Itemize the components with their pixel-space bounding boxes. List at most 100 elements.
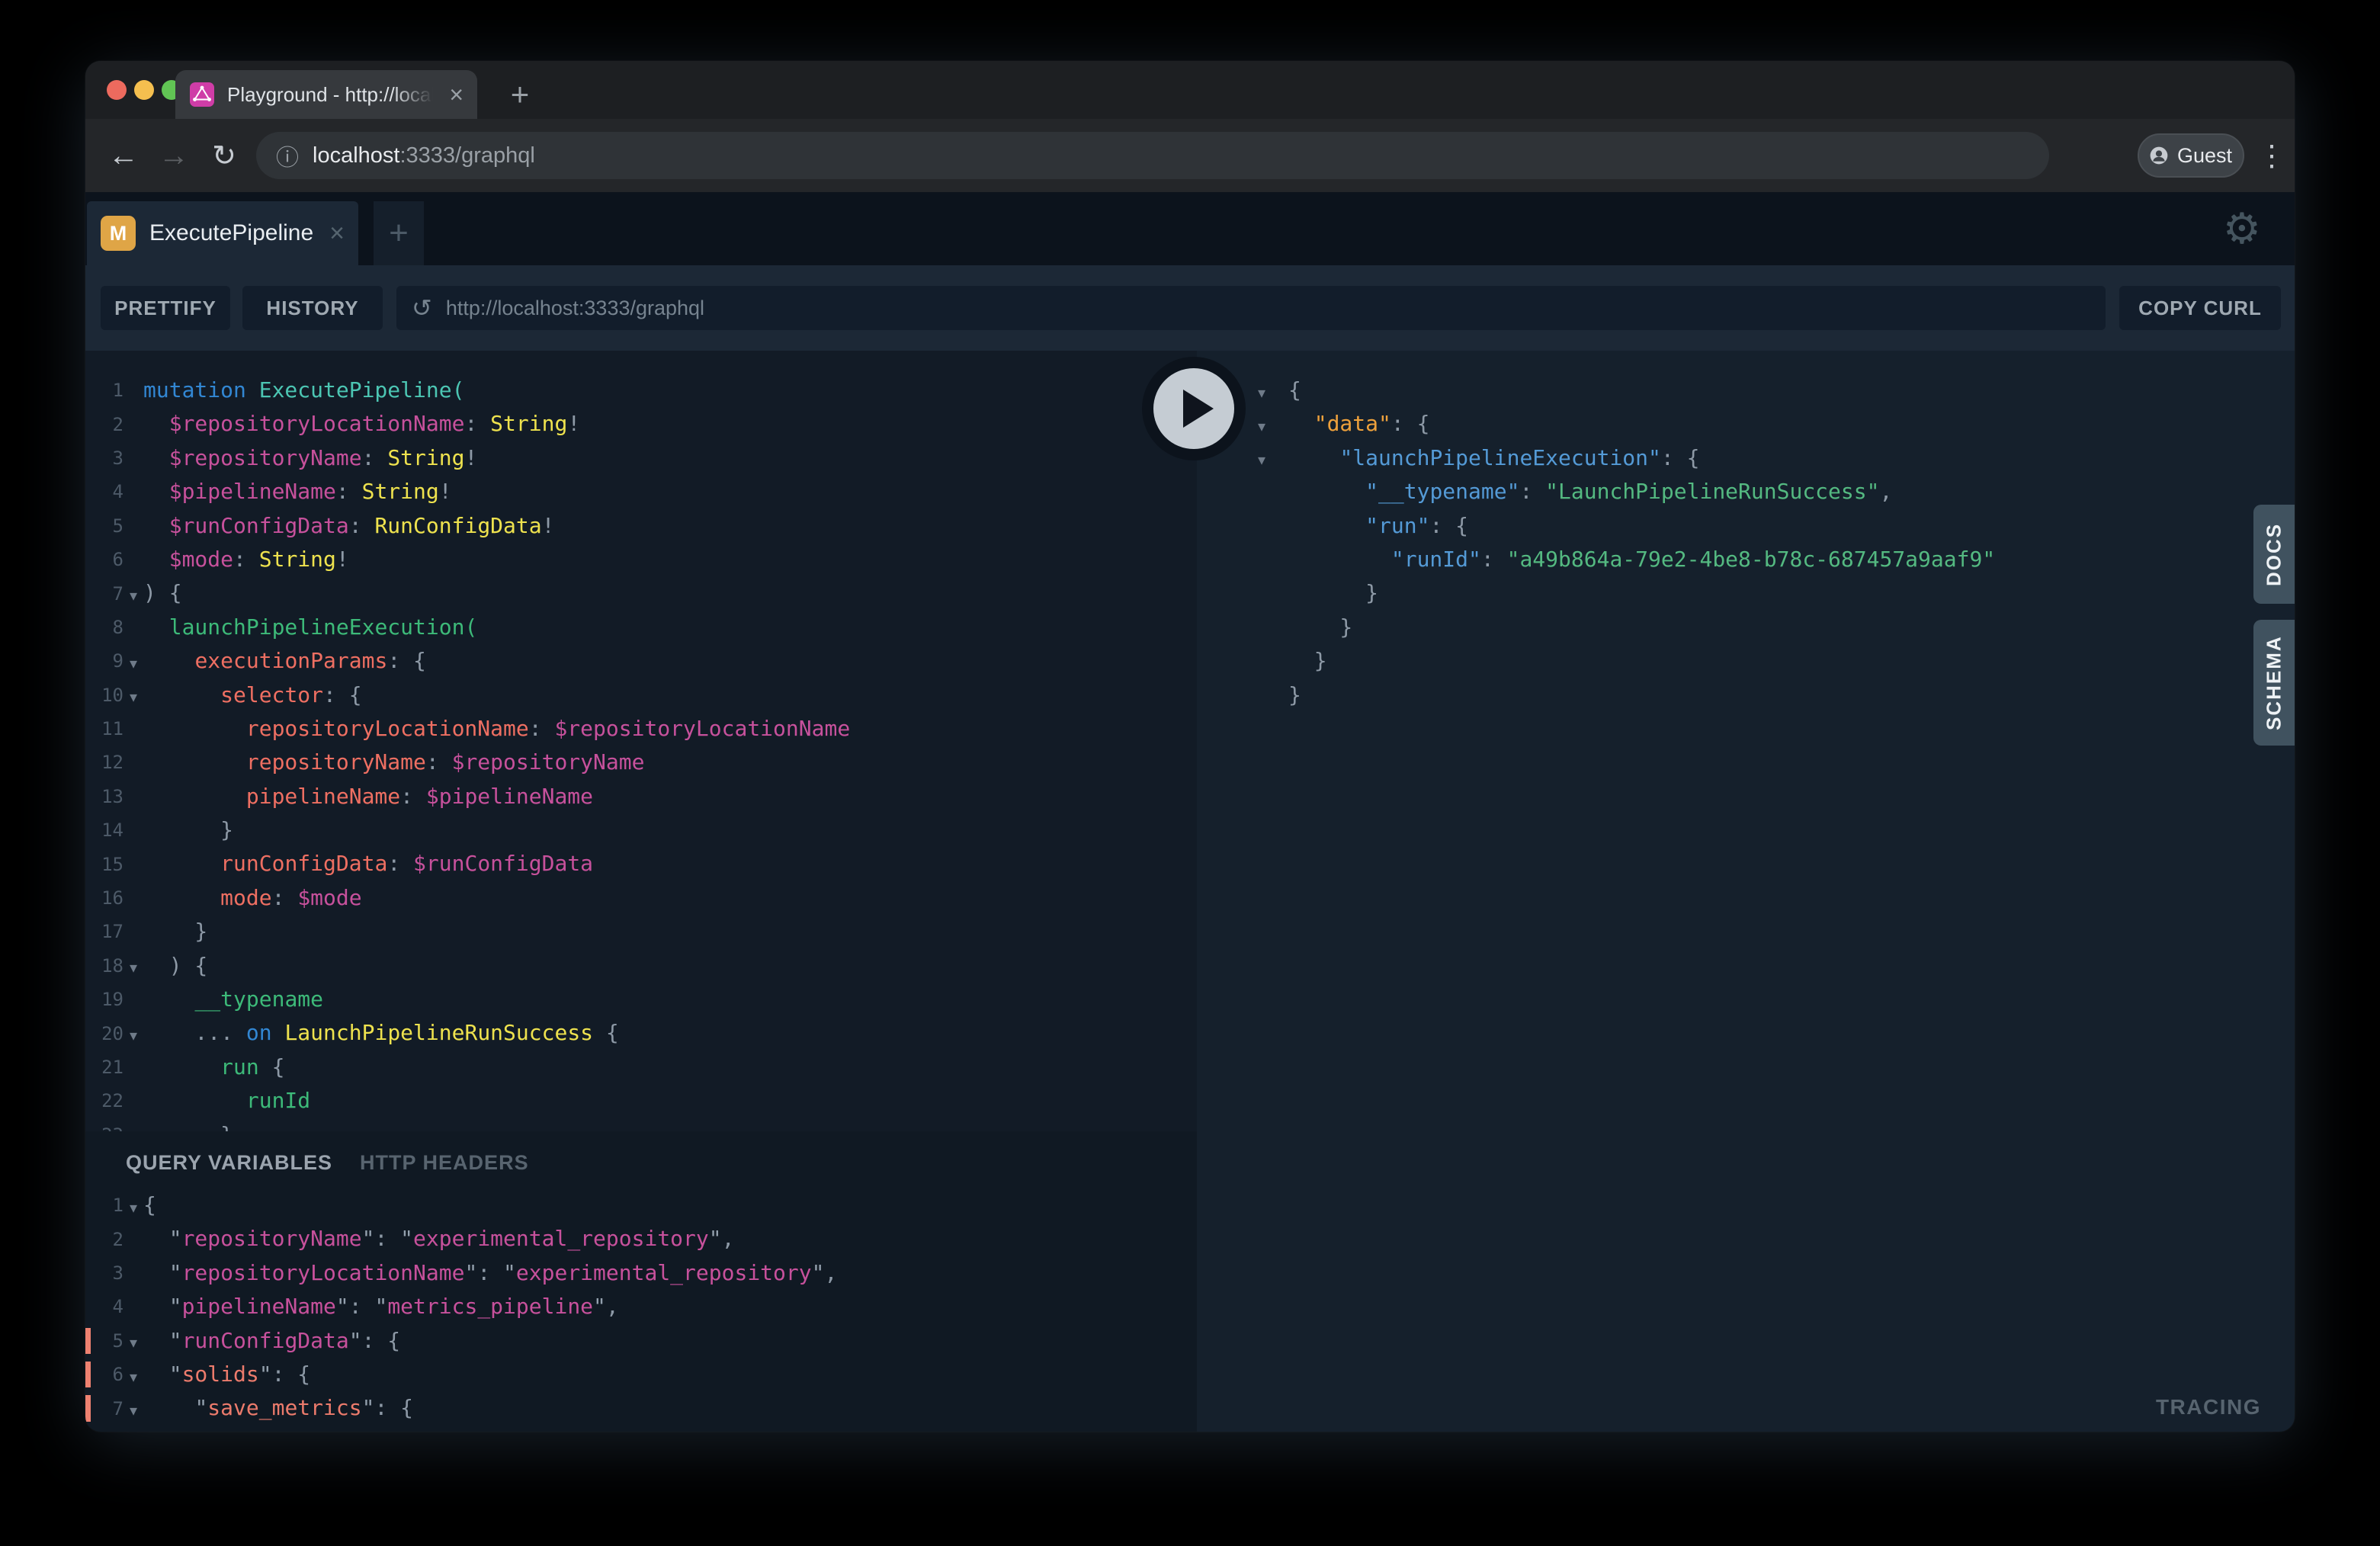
fold-spacer bbox=[123, 524, 143, 528]
site-info-icon[interactable]: ⓘ bbox=[276, 139, 299, 172]
code-line[interactable]: 7▾ "save_metrics": { bbox=[85, 1391, 1197, 1425]
playground-tab-executepipeline[interactable]: M ExecutePipeline × bbox=[87, 201, 358, 265]
execute-play-button[interactable] bbox=[1142, 357, 1246, 460]
code-line[interactable]: 1▾{ bbox=[85, 1188, 1197, 1222]
line-number: 12 bbox=[85, 752, 123, 773]
code-line[interactable]: 8 launchPipelineExecution( bbox=[85, 611, 1197, 644]
prettify-button[interactable]: PRETTIFY bbox=[101, 286, 230, 330]
copy-curl-button[interactable]: COPY CURL bbox=[2119, 286, 2281, 330]
code-line[interactable]: 2 $repositoryLocationName: String! bbox=[85, 407, 1197, 441]
line-number: 5 bbox=[85, 1330, 123, 1352]
settings-gear-icon[interactable]: ⚙ bbox=[2223, 192, 2261, 265]
code-line[interactable]: ▾ "launchPipelineExecution": { bbox=[1197, 441, 2295, 475]
browser-menu-icon[interactable]: ⋮ bbox=[2257, 119, 2287, 192]
docs-side-tab[interactable]: DOCS bbox=[2253, 505, 2295, 604]
code-line[interactable]: 3 $repositoryName: String! bbox=[85, 441, 1197, 475]
code-line[interactable]: } bbox=[1197, 644, 2295, 678]
query-variables-pane[interactable]: QUERY VARIABLES HTTP HEADERS 1▾{2 "repos… bbox=[85, 1131, 1197, 1432]
code-text: __typename bbox=[143, 983, 323, 1016]
code-line[interactable]: 23 } bbox=[85, 1118, 1197, 1131]
fold-arrow-icon[interactable]: ▾ bbox=[1250, 446, 1273, 470]
fold-arrow-icon[interactable]: ▾ bbox=[123, 582, 143, 605]
fold-arrow-icon[interactable]: ▾ bbox=[123, 683, 143, 707]
fold-arrow-icon[interactable]: ▾ bbox=[1250, 412, 1273, 436]
code-text: } bbox=[1288, 611, 1352, 644]
fold-arrow-icon[interactable]: ▾ bbox=[123, 1329, 143, 1352]
line-number: 9 bbox=[85, 650, 123, 672]
tab-close-icon[interactable]: × bbox=[449, 82, 463, 107]
fold-arrow-icon[interactable]: ▾ bbox=[1250, 379, 1273, 403]
code-text: mutation ExecutePipeline( bbox=[143, 374, 464, 407]
window-close-button[interactable] bbox=[107, 80, 127, 100]
code-line[interactable]: 6 $mode: String! bbox=[85, 543, 1197, 576]
code-line[interactable]: } bbox=[1197, 611, 2295, 644]
code-line[interactable]: "__typename": "LaunchPipelineRunSuccess"… bbox=[1197, 475, 2295, 508]
code-line[interactable]: 4 "pipelineName": "metrics_pipeline", bbox=[85, 1290, 1197, 1323]
code-line[interactable]: ▾ "data": { bbox=[1197, 407, 2295, 441]
code-line[interactable]: 20▾ ... on LaunchPipelineRunSuccess { bbox=[85, 1016, 1197, 1050]
code-text: } bbox=[1288, 678, 1301, 712]
code-line[interactable]: 15 runConfigData: $runConfigData bbox=[85, 847, 1197, 880]
code-line[interactable]: 18▾ ) { bbox=[85, 949, 1197, 983]
history-button[interactable]: HISTORY bbox=[242, 286, 383, 330]
code-line[interactable]: 12 repositoryName: $repositoryName bbox=[85, 746, 1197, 779]
fold-arrow-icon[interactable]: ▾ bbox=[123, 1363, 143, 1387]
schema-side-tab[interactable]: SCHEMA bbox=[2253, 620, 2295, 746]
code-line[interactable]: 14 } bbox=[85, 813, 1197, 847]
code-line[interactable]: 10▾ selector: { bbox=[85, 678, 1197, 712]
code-line[interactable]: 1mutation ExecutePipeline( bbox=[85, 374, 1197, 407]
line-number: 8 bbox=[85, 617, 123, 638]
code-line[interactable]: 16 mode: $mode bbox=[85, 881, 1197, 915]
code-line[interactable]: "runId": "a49b864a-79e2-4be8-b78c-687457… bbox=[1197, 543, 2295, 576]
fold-arrow-icon[interactable]: ▾ bbox=[123, 1022, 143, 1045]
window-minimize-button[interactable] bbox=[134, 80, 154, 100]
playground-tab-close-icon[interactable]: × bbox=[329, 219, 345, 249]
profile-button[interactable]: Guest bbox=[2138, 133, 2244, 178]
graphql-favicon-icon bbox=[189, 82, 215, 107]
query-editor-code: 1mutation ExecutePipeline(2 $repositoryL… bbox=[85, 351, 1197, 1131]
code-line[interactable]: "run": { bbox=[1197, 509, 2295, 543]
code-line[interactable]: 9▾ executionParams: { bbox=[85, 644, 1197, 678]
tab-http-headers[interactable]: HTTP HEADERS bbox=[360, 1151, 529, 1175]
fold-arrow-icon[interactable]: ▾ bbox=[123, 650, 143, 673]
code-line[interactable]: 4 $pipelineName: String! bbox=[85, 475, 1197, 508]
fold-arrow-icon[interactable]: ▾ bbox=[123, 1397, 143, 1420]
code-line[interactable]: 2 "repositoryName": "experimental_reposi… bbox=[85, 1222, 1197, 1256]
code-line[interactable]: } bbox=[1197, 576, 2295, 610]
code-line[interactable]: 17 } bbox=[85, 915, 1197, 948]
code-text: { bbox=[1288, 374, 1301, 407]
query-editor-pane[interactable]: 1mutation ExecutePipeline(2 $repositoryL… bbox=[85, 351, 1197, 1131]
line-number: 2 bbox=[85, 414, 123, 435]
browser-tab[interactable]: Playground - http://localhost:3 × bbox=[175, 70, 477, 119]
code-line[interactable]: 19 __typename bbox=[85, 983, 1197, 1016]
code-line[interactable]: 5 $runConfigData: RunConfigData! bbox=[85, 509, 1197, 543]
back-icon[interactable]: ← bbox=[102, 119, 145, 192]
code-text: "runId": "a49b864a-79e2-4be8-b78c-687457… bbox=[1288, 543, 1995, 576]
code-line[interactable]: } bbox=[1197, 678, 2295, 712]
line-number: 5 bbox=[85, 515, 123, 537]
code-line[interactable]: 3 "repositoryLocationName": "experimenta… bbox=[85, 1256, 1197, 1290]
code-line[interactable]: 6▾ "solids": { bbox=[85, 1358, 1197, 1391]
fold-arrow-icon[interactable]: ▾ bbox=[123, 954, 143, 977]
endpoint-history-icon: ↺ bbox=[412, 293, 432, 322]
code-line[interactable]: 5▾ "runConfigData": { bbox=[85, 1324, 1197, 1358]
code-text: "launchPipelineExecution": { bbox=[1288, 441, 1699, 475]
address-bar[interactable]: ⓘ localhost :3333/graphql bbox=[256, 132, 2049, 179]
playground-new-tab-button[interactable]: + bbox=[374, 201, 424, 265]
new-tab-button[interactable]: + bbox=[499, 73, 541, 116]
fold-spacer bbox=[123, 1065, 143, 1070]
endpoint-url-input[interactable]: ↺ http://localhost:3333/graphql bbox=[396, 286, 2106, 330]
code-line[interactable]: 7▾) { bbox=[85, 576, 1197, 610]
code-line[interactable]: 11 repositoryLocationName: $repositoryLo… bbox=[85, 712, 1197, 746]
lint-error-marker bbox=[85, 1395, 91, 1421]
tracing-label[interactable]: TRACING bbox=[2156, 1395, 2261, 1419]
code-line[interactable]: ▾{ bbox=[1197, 374, 2295, 407]
code-line[interactable]: 22 runId bbox=[85, 1084, 1197, 1118]
tab-query-variables[interactable]: QUERY VARIABLES bbox=[126, 1151, 332, 1175]
reload-icon[interactable]: ↻ bbox=[203, 119, 245, 192]
line-number: 20 bbox=[85, 1023, 123, 1044]
fold-arrow-icon[interactable]: ▾ bbox=[123, 1194, 143, 1217]
code-line[interactable]: 13 pipelineName: $pipelineName bbox=[85, 780, 1197, 813]
fold-spacer bbox=[123, 896, 143, 900]
code-line[interactable]: 21 run { bbox=[85, 1050, 1197, 1084]
